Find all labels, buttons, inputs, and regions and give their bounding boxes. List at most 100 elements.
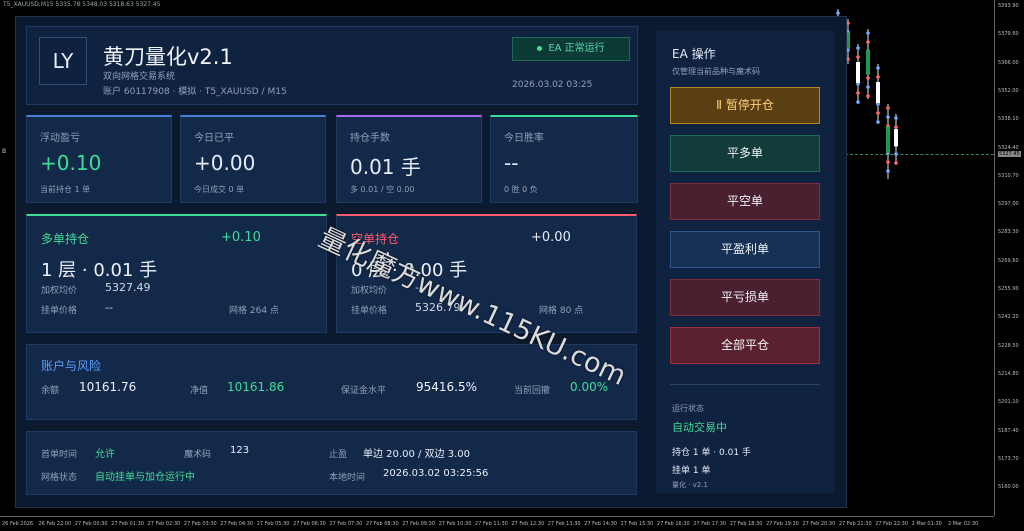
stat-sub: 当前持仓 1 单 — [40, 185, 91, 194]
long-avg-label: 加权均价 — [41, 286, 78, 296]
time-label: 2 Mar 02:30 — [948, 521, 979, 527]
stat-card-2: 持仓手数 0.01 手 多 0.01 / 空 0.00 — [336, 115, 482, 203]
stat-card-3: 今日胜率 -- 0 胜 0 负 — [490, 115, 638, 203]
price-label: 5379.60 — [998, 31, 1019, 38]
long-pending-value: -- — [105, 301, 113, 314]
time-label: 27 Feb 08:30 — [365, 521, 399, 527]
balance-value: 10161.76 — [79, 380, 137, 394]
stat-value: +0.10 — [40, 151, 102, 175]
tp-label: 止盈 — [329, 450, 348, 460]
ops-divider — [670, 384, 820, 385]
time-label: 27 Feb 01:30 — [111, 521, 144, 527]
price-label: 5201.10 — [998, 399, 1019, 406]
trade-marker — [876, 75, 880, 79]
chart-title-bar: T5_XAUUSD,M15 5335.78 5348.03 5318.63 53… — [3, 1, 161, 8]
close-long-button[interactable]: 平多单 — [670, 135, 820, 172]
long-layers: 1 层 · 0.01 手 — [41, 260, 158, 281]
logo: LY — [39, 37, 87, 85]
price-label: 5338.10 — [998, 116, 1019, 123]
pause-open-button[interactable]: Ⅱ 暂停开仓 — [670, 87, 820, 124]
trade-marker — [886, 106, 890, 110]
price-label: 5352.00 — [998, 87, 1019, 94]
stat-label: 今日已平 — [194, 133, 234, 144]
time-label: 27 Feb 05:30 — [256, 521, 290, 527]
price-label: 5393.90 — [998, 3, 1019, 9]
time-label: 27 Feb 09:30 — [402, 521, 436, 527]
time-label: 26 Feb 2026 — [2, 521, 34, 527]
trade-marker — [894, 116, 898, 120]
close-loss-button[interactable]: 平亏损单 — [670, 279, 820, 316]
candle-body — [886, 126, 890, 153]
candle-body — [876, 82, 880, 103]
time-label: 27 Feb 06:30 — [293, 521, 326, 527]
first-order-value: 允许 — [95, 449, 115, 460]
stat-value: -- — [504, 151, 519, 175]
close-short-button[interactable]: 平空单 — [670, 183, 820, 220]
time-label: 27 Feb 07:30 — [329, 521, 363, 527]
grid-status-label: 网格状态 — [41, 473, 78, 483]
ea-panel: LY 黄刀量化v2.1 双向网格交易系统 账户 60117908 · 模拟 · … — [15, 16, 847, 508]
trade-marker — [894, 125, 898, 129]
stat-label: 今日胜率 — [504, 133, 544, 144]
stat-value: +0.00 — [194, 151, 256, 175]
stat-card-1: 今日已平 +0.00 今日成交 0 单 — [180, 115, 326, 203]
margin-value: 95416.5% — [416, 380, 478, 394]
stat-value: 0.01 手 — [350, 155, 421, 179]
close-profit-button[interactable]: 平盈利单 — [670, 231, 820, 268]
app-title: 黄刀量化v2.1 — [103, 45, 233, 69]
local-time-label: 本地时间 — [329, 473, 366, 483]
header-datetime: 2026.03.02 03:25 — [512, 80, 593, 90]
time-label: 27 Feb 20:30 — [802, 521, 836, 527]
trade-marker — [856, 100, 860, 104]
time-axis[interactable]: 26 Feb 2026 26 Feb 22:00 27 Feb 00:30 27 Fe… — [0, 516, 994, 531]
trade-marker — [856, 91, 860, 95]
ops-title: EA 操作 — [672, 47, 716, 61]
close-all-button[interactable]: 全部平仓 — [670, 327, 820, 364]
time-label: 27 Feb 16:30 — [656, 521, 690, 527]
app-subtitle: 双向网格交易系统 — [103, 72, 176, 82]
trade-marker — [856, 55, 860, 59]
info-card: 首单时间 允许 魔术码 123 止盈 单边 20.00 / 双边 3.00 网格… — [26, 431, 637, 495]
time-label: 27 Feb 21:30 — [838, 521, 872, 527]
ops-card: EA 操作 仅管理当前品种与魔术码 Ⅱ 暂停开仓 平多单 平空单 平盈利单 平亏损单 全部… — [656, 31, 834, 493]
price-label: 5324.40 — [998, 144, 1019, 151]
short-avg-label: 加权均价 — [351, 286, 388, 296]
time-label: 27 Feb 12:30 — [511, 521, 545, 527]
first-order-label: 首单时间 — [41, 450, 78, 460]
price-label: 5283.30 — [998, 229, 1019, 236]
magic-value: 123 — [230, 445, 250, 456]
trade-marker — [886, 160, 890, 164]
trade-marker — [866, 94, 870, 98]
trade-marker — [836, 11, 840, 15]
price-axis[interactable]: 5393.90 5379.60 5366.00 5352.00 5338.10 5324.… — [994, 0, 1024, 516]
price-label: 5228.50 — [998, 342, 1019, 349]
tp-value: 单边 20.00 / 双边 3.00 — [363, 449, 470, 460]
trade-marker — [856, 46, 860, 50]
local-time-value: 2026.03.02 03:25:56 — [383, 468, 489, 479]
price-label: 5242.20 — [998, 314, 1019, 321]
trade-marker — [866, 85, 870, 89]
price-label: 5187.40 — [998, 427, 1019, 434]
price-label: 5297.00 — [998, 201, 1019, 208]
trade-marker — [866, 76, 870, 80]
run-status-label: 运行状态 — [672, 404, 704, 413]
candle-body — [894, 129, 898, 147]
trade-marker — [894, 152, 898, 156]
header-card: LY 黄刀量化v2.1 双向网格交易系统 账户 60117908 · 模拟 · … — [26, 26, 638, 105]
short-pending-label: 挂单价格 — [351, 306, 388, 316]
price-label: 5366.00 — [998, 59, 1019, 66]
long-position-card: 多单持仓 +0.10 1 层 · 0.01 手 加权均价 5327.49 挂单价… — [26, 214, 327, 333]
trade-marker — [886, 169, 890, 173]
status-text: EA 正常运行 — [548, 43, 605, 54]
stat-sub: 多 0.01 / 空 0.00 — [350, 185, 415, 194]
candle-body — [866, 50, 870, 75]
time-label: 27 Feb 00:30 — [74, 521, 108, 527]
account-title: 账户与风险 — [41, 359, 102, 373]
stat-label: 持仓手数 — [350, 133, 390, 144]
equity-value: 10161.86 — [227, 380, 285, 394]
stat-card-0: 浮动盈亏 +0.10 当前持仓 1 单 — [26, 115, 172, 203]
time-label: 27 Feb 02:30 — [147, 521, 181, 527]
trade-marker — [876, 111, 880, 115]
long-grid: 网格 264 点 — [229, 306, 279, 316]
run-positions: 持仓 1 单 · 0.01 手 — [672, 448, 751, 458]
